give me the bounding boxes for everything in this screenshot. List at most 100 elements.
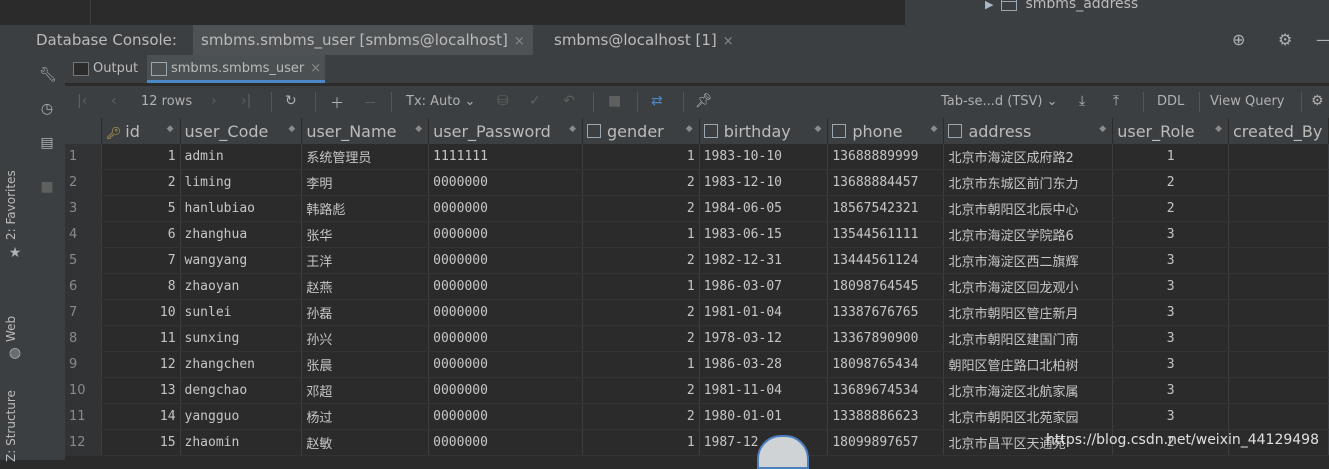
table-row[interactable]: 9 12 zhangchen 张晨 0000000 1 1986-03-28 18098765… xyxy=(65,351,1329,378)
sort-icon[interactable]: ◆ xyxy=(814,124,821,134)
column-header-gender[interactable]: gender ◆ xyxy=(582,118,700,144)
cell-name[interactable]: 赵敏 xyxy=(301,429,430,456)
cell-birthday[interactable]: 1983-12-10 xyxy=(699,169,829,196)
cell-role[interactable]: 3 xyxy=(1112,299,1229,326)
cell-role[interactable]: 2 xyxy=(1112,195,1229,222)
commit-check-icon[interactable]: ✓ xyxy=(529,93,541,109)
cell-gender[interactable]: 2 xyxy=(582,403,700,430)
cell-created[interactable] xyxy=(1228,195,1329,222)
cell-birthday[interactable]: 1983-06-15 xyxy=(699,221,829,248)
rollback-icon[interactable]: ↶ xyxy=(563,93,575,109)
stop-query-icon[interactable]: ■ xyxy=(608,93,621,109)
column-header-user-password[interactable]: user_Password ◆ xyxy=(428,118,584,144)
upload-icon[interactable]: ⤒ xyxy=(1113,93,1119,109)
cell-address[interactable]: 北京市朝阳区北辰中心 xyxy=(943,195,1114,222)
cell-pwd[interactable]: 0000000 xyxy=(428,273,584,300)
cell-code[interactable]: zhanghua xyxy=(180,221,303,248)
layout-icon[interactable]: ▤ xyxy=(39,135,55,151)
cell-role[interactable]: 3 xyxy=(1112,221,1229,248)
cell-code[interactable]: zhangchen xyxy=(180,351,303,378)
cell-address[interactable]: 北京市朝阳区建国门南 xyxy=(943,325,1114,352)
column-header-birthday[interactable]: birthday ◆ xyxy=(699,118,829,144)
table-row[interactable]: 7 10 sunlei 孙磊 0000000 2 1981-01-04 13387676765… xyxy=(65,299,1329,326)
favorites-tool-button[interactable]: 2: Favorites xyxy=(4,170,18,240)
cell-gender[interactable]: 2 xyxy=(582,247,700,274)
cell-birthday[interactable]: 1982-12-31 xyxy=(699,247,829,274)
cell-phone[interactable]: 13688889999 xyxy=(827,144,945,170)
sort-icon[interactable]: ◆ xyxy=(167,124,174,134)
cell-code[interactable]: zhaoyan xyxy=(180,273,303,300)
cell-address[interactable]: 北京市海淀区回龙观小 xyxy=(943,273,1114,300)
cell-id[interactable]: 13 xyxy=(101,377,181,404)
cell-phone[interactable]: 18567542321 xyxy=(827,195,945,222)
cell-gender[interactable]: 1 xyxy=(582,221,700,248)
download-icon[interactable]: ⤓ xyxy=(1079,93,1085,109)
cell-created[interactable] xyxy=(1228,247,1329,274)
column-header-phone[interactable]: phone ◆ xyxy=(827,118,945,144)
cell-gender[interactable]: 1 xyxy=(582,144,700,170)
cell-id[interactable]: 10 xyxy=(101,299,181,326)
cell-gender[interactable]: 2 xyxy=(582,377,700,404)
cell-role[interactable]: 3 xyxy=(1112,351,1229,378)
cell-pwd[interactable]: 0000000 xyxy=(428,429,584,456)
tab-result-smbms-user[interactable]: smbms.smbms_user × xyxy=(147,55,326,83)
cell-phone[interactable]: 13387676765 xyxy=(827,299,945,326)
compare-icon[interactable]: ⇄ xyxy=(651,93,663,109)
cell-birthday[interactable]: 1981-11-04 xyxy=(699,377,829,404)
cell-phone[interactable]: 13388886623 xyxy=(827,403,945,430)
cell-created[interactable] xyxy=(1228,273,1329,300)
cell-name[interactable]: 杨过 xyxy=(301,403,430,430)
cell-code[interactable]: zhaomin xyxy=(180,429,303,456)
table-row[interactable]: 10 13 dengchao 邓超 0000000 2 1981-11-04 13689674… xyxy=(65,377,1329,404)
cell-birthday[interactable]: 1986-03-28 xyxy=(699,351,829,378)
cell-gender[interactable]: 2 xyxy=(582,325,700,352)
cell-pwd[interactable]: 0000000 xyxy=(428,221,584,248)
cell-phone[interactable]: 18098765434 xyxy=(827,351,945,378)
table-row[interactable]: 8 11 sunxing 孙兴 0000000 2 1978-03-12 1336789090… xyxy=(65,325,1329,352)
pin-icon[interactable]: 📌︎ xyxy=(695,93,713,109)
cell-birthday[interactable]: 1986-03-07 xyxy=(699,273,829,300)
ddl-button[interactable]: DDL xyxy=(1157,94,1184,109)
minimize-icon[interactable]: — xyxy=(1316,30,1329,49)
cell-address[interactable]: 北京市海淀区北航家属 xyxy=(943,377,1114,404)
cell-id[interactable]: 7 xyxy=(101,247,181,274)
cell-phone[interactable]: 13688884457 xyxy=(827,169,945,196)
cell-address[interactable]: 北京市海淀区成府路2 xyxy=(943,144,1114,170)
tab-output[interactable]: Output xyxy=(69,55,142,83)
cell-role[interactable]: 1 xyxy=(1112,144,1229,170)
cell-code[interactable]: dengchao xyxy=(180,377,303,404)
web-tool-button[interactable]: Web xyxy=(4,316,18,342)
cell-id[interactable]: 12 xyxy=(101,351,181,378)
table-row[interactable]: 5 7 wangyang 王洋 0000000 2 1982-12-31 1344456112… xyxy=(65,247,1329,274)
cell-created[interactable] xyxy=(1228,221,1329,248)
cell-birthday[interactable]: 1983-10-10 xyxy=(699,144,829,170)
column-header-address[interactable]: address ◆ xyxy=(943,118,1114,144)
clock-icon[interactable]: ◷ xyxy=(39,101,55,117)
cell-gender[interactable]: 2 xyxy=(582,195,700,222)
cell-pwd[interactable]: 0000000 xyxy=(428,169,584,196)
cell-birthday[interactable]: 1978-03-12 xyxy=(699,325,829,352)
table-row[interactable]: 6 8 zhaoyan 赵燕 0000000 1 1986-03-07 18098764545… xyxy=(65,273,1329,300)
next-page-icon[interactable]: › xyxy=(211,93,217,109)
table-row[interactable]: 4 6 zhanghua 张华 0000000 1 1983-06-15 1354456111… xyxy=(65,221,1329,248)
crosshair-icon[interactable]: ⊕ xyxy=(1232,30,1245,49)
cell-name[interactable]: 邓超 xyxy=(301,377,430,404)
cell-address[interactable]: 朝阳区管庄路口北柏树 xyxy=(943,351,1114,378)
export-format-dropdown[interactable]: Tab-se...d (TSV) ⌄ xyxy=(941,94,1058,109)
cell-created[interactable] xyxy=(1228,144,1329,170)
cell-gender[interactable]: 2 xyxy=(582,299,700,326)
cell-code[interactable]: liming xyxy=(180,169,303,196)
cell-created[interactable] xyxy=(1228,403,1329,430)
cell-birthday[interactable]: 1984-06-05 xyxy=(699,195,829,222)
tree-item-smbms-address[interactable]: ▶ smbms_address xyxy=(985,0,1138,12)
cell-id[interactable]: 5 xyxy=(101,195,181,222)
cell-pwd[interactable]: 0000000 xyxy=(428,325,584,352)
wrench-icon[interactable]: 🔧︎ xyxy=(39,67,57,83)
cell-created[interactable] xyxy=(1228,377,1329,404)
cell-gender[interactable]: 1 xyxy=(582,273,700,300)
cell-pwd[interactable]: 0000000 xyxy=(428,247,584,274)
cell-code[interactable]: wangyang xyxy=(180,247,303,274)
cell-role[interactable]: 3 xyxy=(1112,273,1229,300)
cell-name[interactable]: 赵燕 xyxy=(301,273,430,300)
cell-name[interactable]: 韩路彪 xyxy=(301,195,430,222)
